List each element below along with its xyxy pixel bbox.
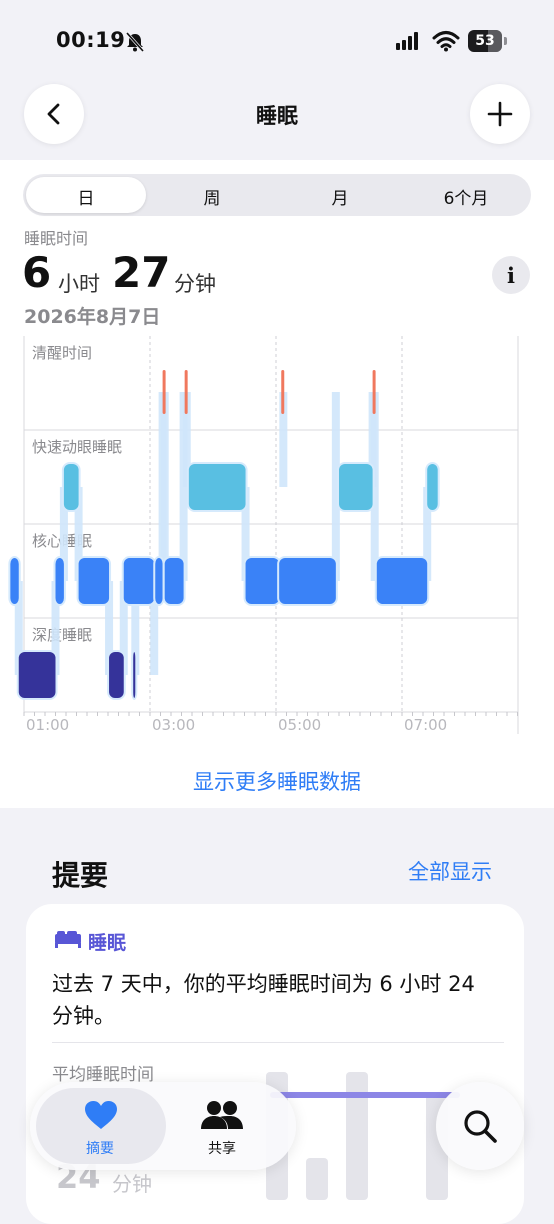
- x-tick-label: 03:00: [152, 716, 195, 734]
- segment-month[interactable]: 月: [280, 184, 400, 209]
- x-tick-label: 01:00: [26, 716, 69, 734]
- awake-mark: [162, 370, 166, 414]
- segment-6months[interactable]: 6个月: [406, 184, 526, 209]
- bed-icon: [55, 931, 81, 948]
- segment-day[interactable]: 日: [26, 184, 146, 209]
- stage-bar: [133, 652, 136, 698]
- x-tick-label: 07:00: [404, 716, 447, 734]
- stage-bar: [245, 558, 280, 604]
- show-more-sleep-data-link[interactable]: 显示更多睡眠数据: [0, 766, 554, 796]
- x-tick-label: 05:00: [278, 716, 321, 734]
- stage-bar: [188, 464, 246, 510]
- stage-bar: [63, 464, 79, 510]
- sleep-stage-chart: 清醒时间快速动眼睡眠核心睡眠深度睡眠01:0003:0005:0007:00: [8, 336, 519, 734]
- sleep-time-label: 睡眠时间: [24, 229, 89, 248]
- tab-sharing-label: 共享: [208, 1141, 236, 1157]
- sleep-date: 2026年8月7日: [24, 306, 161, 328]
- status-time: 00:19: [56, 28, 126, 52]
- tab-summary[interactable]: 摘要: [60, 1094, 140, 1162]
- tab-summary-label: 摘要: [86, 1141, 114, 1157]
- plus-icon: [487, 101, 513, 127]
- cellular-signal-icon: [396, 32, 418, 50]
- battery-level: 53: [475, 33, 495, 49]
- stage-bar: [339, 464, 373, 510]
- stage-bar: [10, 558, 19, 604]
- stage-bar: [279, 558, 336, 604]
- stage-bar: [155, 558, 163, 604]
- add-button[interactable]: [470, 84, 530, 144]
- card-divider: [52, 1042, 504, 1043]
- stage-bar: [427, 464, 438, 510]
- battery-indicator: 53: [468, 30, 508, 52]
- bell-muted-icon: [125, 32, 145, 52]
- mini-chart-bar: [306, 1158, 328, 1200]
- awake-mark: [372, 370, 376, 414]
- stage-bar: [18, 652, 56, 698]
- info-button[interactable]: i: [492, 256, 530, 294]
- stage-label: 深度睡眠: [32, 626, 92, 644]
- sleep-minutes-value: 27: [112, 248, 171, 297]
- sleep-hours-value: 6: [22, 248, 52, 297]
- stage-label: 清醒时间: [32, 344, 92, 362]
- stage-bar: [55, 558, 64, 604]
- stage-bar: [123, 558, 155, 604]
- search-icon: [464, 1110, 497, 1143]
- info-icon: i: [507, 262, 515, 288]
- people-icon: [201, 1101, 243, 1129]
- stage-label: 快速动眼睡眠: [32, 438, 122, 456]
- stage-bar: [109, 652, 124, 698]
- search-button[interactable]: [436, 1082, 524, 1170]
- sleep-minutes-unit: 分钟: [174, 272, 216, 296]
- stage-bar: [376, 558, 428, 604]
- wifi-icon: [432, 31, 460, 52]
- avg-reference-line: [270, 1092, 460, 1098]
- card-summary-text: 过去 7 天中，你的平均睡眠时间为 6 小时 24 分钟。: [52, 972, 475, 1028]
- stage-bar: [164, 558, 184, 604]
- tab-sharing[interactable]: 共享: [182, 1094, 262, 1162]
- awake-mark: [184, 370, 188, 414]
- awake-mark: [281, 370, 285, 414]
- summary-title: 提要: [52, 859, 109, 892]
- card-category: 睡眠: [88, 932, 127, 954]
- segment-week[interactable]: 周: [152, 184, 272, 209]
- show-all-link[interactable]: 全部显示: [408, 856, 492, 886]
- stage-bar: [78, 558, 110, 604]
- avg-minutes-unit: 分钟: [112, 1172, 152, 1196]
- sleep-hours-unit: 小时: [58, 272, 100, 296]
- stage-transition: [160, 392, 169, 581]
- heart-icon: [85, 1101, 117, 1129]
